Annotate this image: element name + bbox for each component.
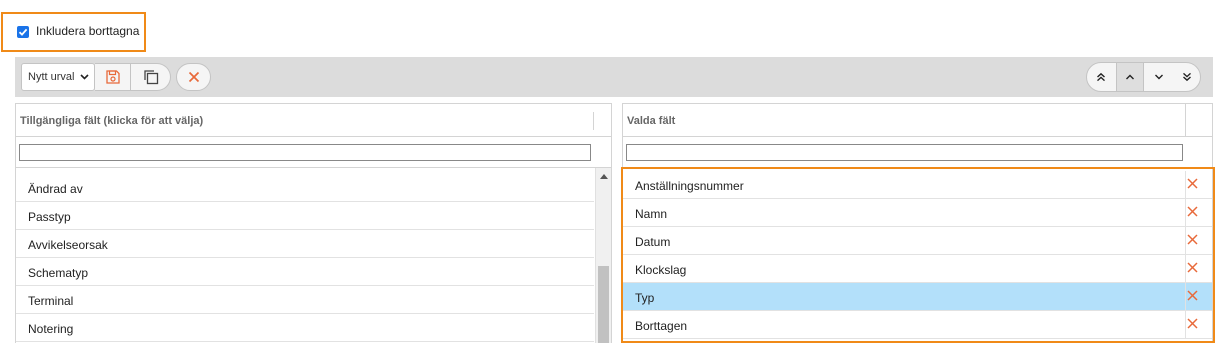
save-icon [105, 70, 120, 84]
list-item[interactable]: Passtyp [16, 202, 594, 230]
row-label: Anställningsnummer [635, 179, 744, 193]
chevron-down-icon [80, 74, 89, 80]
available-fields-scrollbar[interactable] [595, 168, 611, 343]
table-row[interactable]: Datum [623, 227, 1212, 255]
list-item-label: Notering [28, 322, 74, 336]
list-item[interactable]: Schematyp [16, 258, 594, 286]
remove-icon[interactable] [1187, 178, 1198, 189]
selected-fields-title: Valda fält [627, 115, 676, 127]
selected-fields-filter-row [623, 137, 1212, 168]
available-fields-filter-input[interactable] [19, 144, 591, 161]
column-divider [1185, 227, 1186, 254]
list-item-label: Avvikelseorsak [28, 238, 108, 252]
reorder-controls [1086, 62, 1201, 92]
available-fields-list: Ändrad av Passtyp Avvikelseorsak Schemat… [16, 174, 594, 343]
list-item-label: Schematyp [28, 266, 89, 280]
save-button[interactable] [95, 63, 131, 91]
header-divider [593, 112, 594, 130]
chevron-up-icon [1126, 74, 1134, 80]
list-item[interactable]: Ändrad av [16, 174, 594, 202]
remove-icon[interactable] [1187, 290, 1198, 301]
include-deleted-highlight: Inkludera borttagna [1, 12, 146, 52]
selected-fields-panel: Valda fält Anställningsnummer Namn Datum… [622, 103, 1213, 343]
list-item[interactable]: Avvikelseorsak [16, 230, 594, 258]
table-row[interactable]: Borttagen [623, 311, 1212, 339]
remove-icon[interactable] [1187, 318, 1198, 329]
remove-icon[interactable] [1187, 206, 1198, 217]
available-fields-title: Tillgängliga fält (klicka för att välja) [20, 115, 204, 127]
include-deleted-label[interactable]: Inkludera borttagna [36, 24, 139, 38]
scrollbar-thumb[interactable] [598, 266, 609, 343]
table-row[interactable]: Klockslag [623, 255, 1212, 283]
double-chevron-down-icon [1183, 72, 1191, 82]
row-label: Klockslag [635, 263, 687, 277]
header-divider [1185, 104, 1186, 137]
column-divider [1185, 199, 1186, 226]
copy-icon [143, 70, 158, 85]
include-deleted-checkbox[interactable] [17, 26, 29, 38]
row-label: Borttagen [635, 319, 688, 333]
remove-icon[interactable] [1187, 234, 1198, 245]
toolbar: Nytt urval [15, 57, 1213, 97]
list-item-label: Terminal [28, 294, 74, 308]
available-fields-header: Tillgängliga fält (klicka för att välja) [16, 104, 611, 137]
list-item-label: Passtyp [28, 210, 71, 224]
close-icon [188, 71, 199, 83]
row-label: Typ [635, 291, 655, 305]
available-fields-filter-row [16, 137, 611, 168]
checkmark-icon [18, 28, 28, 36]
row-label: Datum [635, 235, 671, 249]
column-divider [1185, 171, 1186, 198]
list-item[interactable]: Terminal [16, 286, 594, 314]
double-chevron-up-icon [1097, 72, 1105, 82]
selection-dropdown[interactable]: Nytt urval [21, 63, 95, 91]
remove-icon[interactable] [1187, 262, 1198, 273]
selected-fields-list: Anställningsnummer Namn Datum Klockslag … [623, 171, 1212, 343]
list-item-label: Ändrad av [28, 182, 83, 196]
move-to-bottom-button[interactable] [1173, 63, 1200, 91]
list-item[interactable]: Notering [16, 314, 594, 342]
table-row[interactable]: Namn [623, 199, 1212, 227]
table-row[interactable]: Anställningsnummer [623, 171, 1212, 199]
move-up-button[interactable] [1116, 63, 1144, 91]
table-row-selected[interactable]: Typ [623, 283, 1212, 311]
row-label: Namn [635, 207, 668, 221]
move-down-button[interactable] [1145, 63, 1173, 91]
move-to-top-button[interactable] [1087, 63, 1115, 91]
delete-button[interactable] [176, 63, 211, 91]
column-divider [1185, 255, 1186, 282]
scroll-up-arrow-icon[interactable] [600, 174, 608, 179]
selected-fields-filter-input[interactable] [626, 144, 1183, 161]
column-divider [1185, 283, 1186, 310]
available-fields-panel: Tillgängliga fält (klicka för att välja)… [15, 103, 612, 343]
copy-button[interactable] [131, 63, 171, 91]
chevron-down-icon [1155, 74, 1163, 80]
column-divider [1185, 311, 1186, 338]
selected-fields-header: Valda fält [623, 104, 1212, 137]
selection-dropdown-value: Nytt urval [28, 71, 75, 83]
